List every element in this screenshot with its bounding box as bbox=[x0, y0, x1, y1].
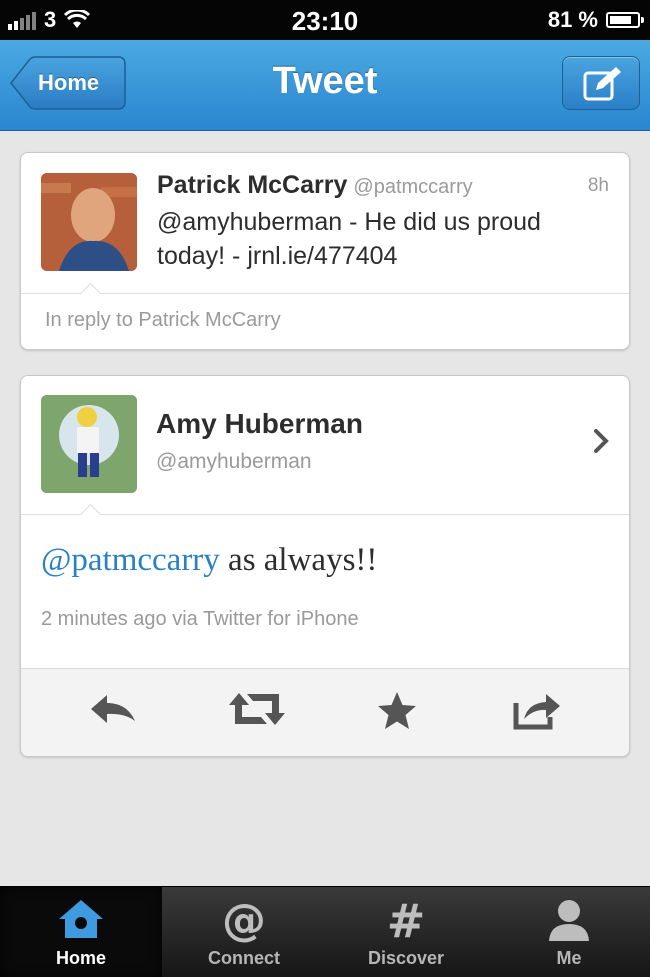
tweet-detail-card: Amy Huberman @amyhuberman @patmccarry as… bbox=[20, 375, 630, 757]
tab-discover[interactable]: # Discover bbox=[325, 887, 487, 977]
avatar-amy[interactable] bbox=[41, 395, 137, 493]
reply-button[interactable] bbox=[85, 689, 141, 735]
compose-icon bbox=[583, 67, 621, 101]
tab-me-label: Me bbox=[556, 948, 582, 968]
avatar-patrick[interactable] bbox=[41, 173, 137, 271]
status-right: 81 % bbox=[547, 7, 644, 33]
replied-tweet-card[interactable]: Patrick McCarry @patmccarry 8h @amyhuberm… bbox=[20, 152, 630, 350]
retweet-button[interactable] bbox=[227, 689, 285, 735]
hashtag-icon: # bbox=[387, 897, 426, 943]
reply-notch bbox=[79, 282, 102, 305]
tab-home[interactable]: Home bbox=[0, 887, 162, 977]
tweet-text-rest: as always!! bbox=[219, 542, 378, 578]
tab-connect[interactable]: @ Connect bbox=[163, 887, 325, 977]
mention-link[interactable]: @patmccarry bbox=[41, 542, 220, 578]
svg-text:#: # bbox=[387, 897, 426, 943]
author-handle[interactable]: @amyhuberman bbox=[156, 450, 312, 474]
battery-icon bbox=[606, 12, 644, 28]
reply-icon bbox=[91, 695, 135, 723]
chevron-right-icon[interactable] bbox=[593, 428, 609, 454]
card-divider bbox=[21, 514, 629, 515]
author-handle[interactable]: @patmccarry bbox=[353, 176, 472, 198]
tweet-text: @patmccarry as always!! bbox=[41, 542, 377, 579]
card-divider bbox=[21, 293, 629, 294]
avatar-photo bbox=[41, 395, 137, 493]
author-name[interactable]: Amy Huberman bbox=[156, 408, 363, 440]
retweet-icon bbox=[229, 693, 285, 725]
navigation-bar: Home Tweet bbox=[0, 40, 650, 131]
tweet-meta: 2 minutes ago via Twitter for iPhone bbox=[41, 608, 359, 630]
tweet-action-bar bbox=[21, 668, 629, 756]
tab-discover-label: Discover bbox=[367, 948, 445, 968]
tab-bar: Home @ Connect # Discover Me bbox=[0, 886, 650, 977]
tab-home-label: Home bbox=[55, 948, 106, 968]
tab-connect-label: Connect bbox=[208, 948, 280, 968]
favorite-star-icon bbox=[378, 692, 416, 729]
tweet-age: 8h bbox=[587, 175, 609, 196]
status-bar: 3 23:10 81 % bbox=[0, 0, 650, 40]
battery-percent: 81 % bbox=[547, 7, 598, 32]
svg-text:@: @ bbox=[222, 897, 266, 943]
at-sign-icon: @ bbox=[222, 897, 266, 943]
home-icon bbox=[59, 900, 103, 938]
share-icon bbox=[513, 694, 560, 730]
author-line: Patrick McCarry @patmccarry bbox=[157, 171, 473, 200]
in-reply-to-label[interactable]: In reply to Patrick McCarry bbox=[45, 309, 281, 332]
author-name[interactable]: Patrick McCarry bbox=[157, 171, 347, 199]
profile-notch bbox=[79, 503, 102, 526]
avatar-photo bbox=[41, 173, 137, 271]
person-icon bbox=[549, 900, 589, 941]
share-button[interactable] bbox=[509, 689, 565, 735]
tab-me[interactable]: Me bbox=[488, 887, 650, 977]
favorite-button[interactable] bbox=[369, 689, 425, 735]
page-title: Tweet bbox=[272, 60, 378, 102]
tweet-text: @amyhuberman - He did us proud today! - … bbox=[157, 208, 541, 270]
compose-tweet-button[interactable] bbox=[562, 56, 640, 110]
